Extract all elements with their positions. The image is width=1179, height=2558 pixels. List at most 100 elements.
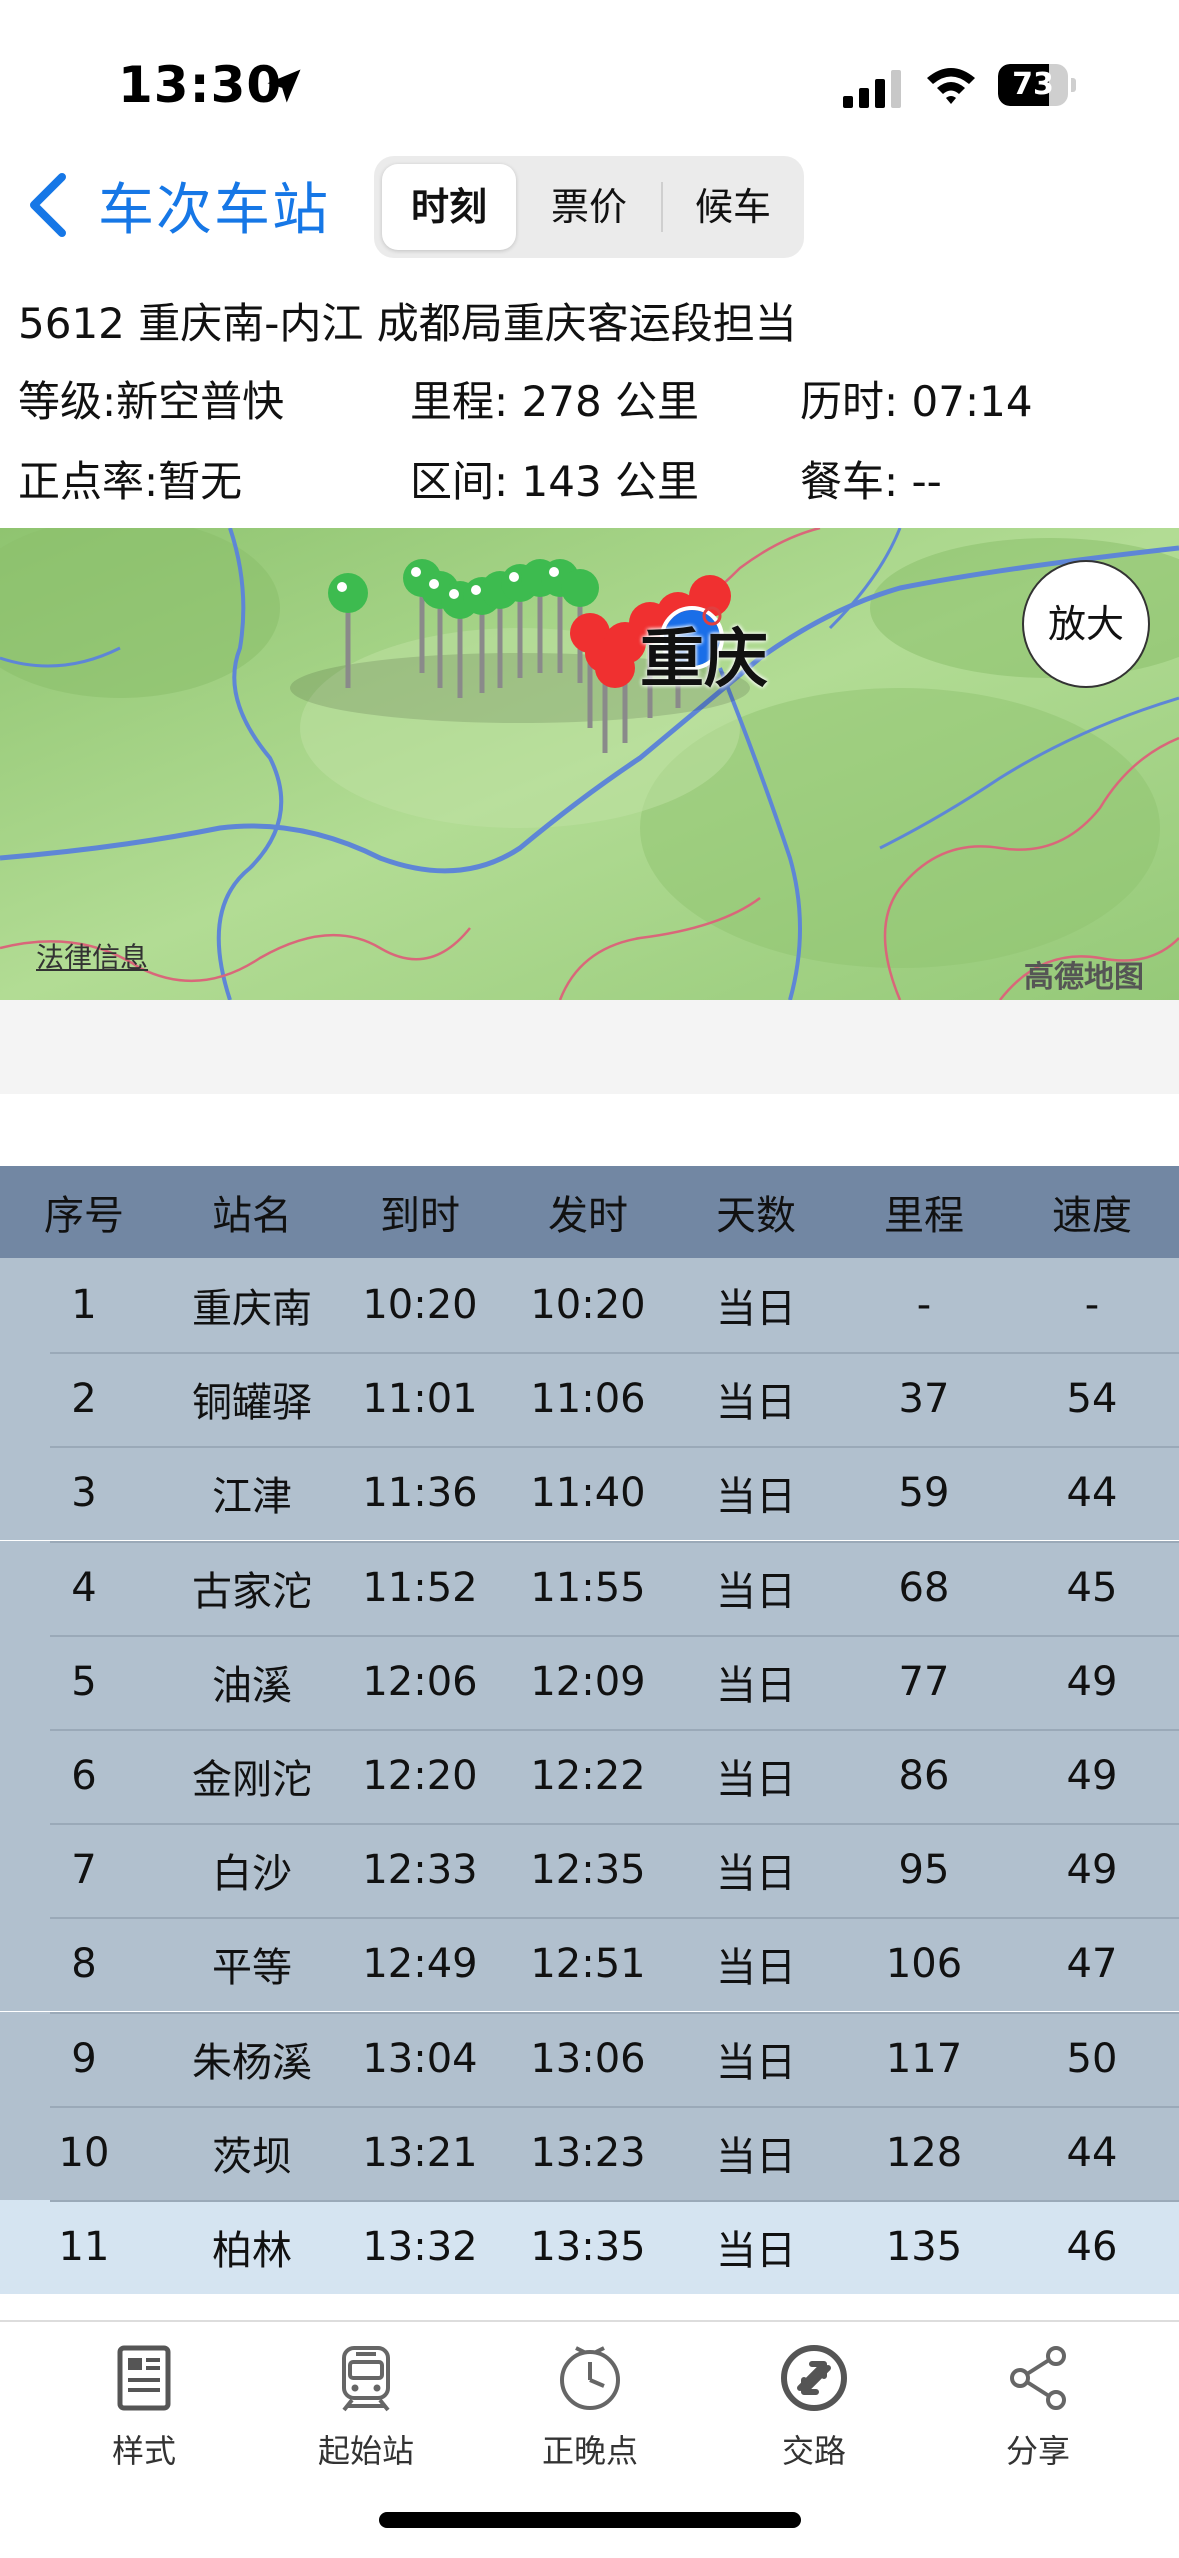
cell-index: 4 [71,1564,97,1611]
row-divider [50,1917,1179,1920]
cell-depart: 11:55 [530,1564,646,1611]
map-zoom-button[interactable]: 放大 [1022,560,1150,688]
tab-origin-station[interactable]: 起始站 [286,2342,446,2492]
cell-mileage: 37 [898,1376,950,1423]
cell-station: 油溪 [212,1662,292,1709]
train-grade: 等级:新空普快 [18,377,285,426]
location-arrow-icon [267,69,301,103]
col-header-index: 序号 [44,1193,124,1239]
cell-arrive: 11:36 [362,1470,478,1517]
home-indicator [379,2512,801,2528]
tab-share[interactable]: 分享 [958,2342,1118,2492]
cell-station: 铜罐驿 [192,1380,312,1427]
row-divider [50,1540,1179,1543]
cell-mileage: - [916,1282,932,1328]
tab-schedule[interactable]: 时刻 [382,164,516,250]
cell-mileage: 86 [898,1753,950,1799]
row-divider [50,2011,1179,2014]
cell-depart: 10:20 [530,1282,646,1328]
battery-percent: 73 [1012,67,1054,102]
cell-depart: 12:35 [530,1847,646,1894]
cell-depart: 12:22 [530,1753,646,1799]
cell-station: 江津 [212,1474,292,1521]
cell-speed: 44 [1066,2129,1118,2176]
cell-speed: 49 [1066,1753,1118,1799]
cell-speed: 46 [1066,2224,1118,2270]
cell-index: 10 [58,2129,110,2176]
col-header-station: 站名 [212,1193,292,1239]
table-row[interactable]: 4 古家沱 11:52 11:55 当日 68 45 [0,1540,1179,1635]
cell-depart: 13:06 [530,2035,646,2082]
cell-index: 5 [71,1658,97,1705]
table-row[interactable]: 5 油溪 12:06 12:09 当日 77 49 [0,1634,1179,1729]
cell-index: 2 [71,1376,97,1423]
legal-info-link[interactable]: 法律信息 [36,936,148,976]
cell-station: 柏林 [212,2228,292,2274]
cell-depart: 11:06 [530,1376,646,1423]
table-row[interactable]: 10 茨坝 13:21 13:23 当日 128 44 [0,2105,1179,2200]
route-map[interactable]: 重庆 [0,528,1179,1000]
chevron-left-icon [30,173,66,237]
cell-speed: 44 [1066,1470,1118,1517]
table-row[interactable]: 3 江津 11:36 11:40 当日 59 44 [0,1446,1179,1541]
timetable-header: 序号 站名 到时 发时 天数 里程 速度 [0,1166,1179,1258]
table-row[interactable]: 6 金刚沱 12:20 12:22 当日 86 49 [0,1729,1179,1823]
table-row[interactable]: 7 白沙 12:33 12:35 当日 95 49 [0,1823,1179,1918]
table-row[interactable]: 2 铜罐驿 11:01 11:06 当日 37 54 [0,1352,1179,1447]
tab-style[interactable]: 样式 [64,2342,224,2492]
cell-day: 当日 [716,2133,796,2180]
cell-station: 古家沱 [192,1568,312,1615]
cell-day: 当日 [716,1286,796,1332]
cell-station: 金刚沱 [192,1757,312,1803]
cell-mileage: 135 [885,2224,963,2270]
table-row[interactable]: 1 重庆南 10:20 10:20 当日 - - [0,1258,1179,1352]
cell-mileage: 68 [898,1564,950,1611]
cell-day: 当日 [716,1945,796,1992]
cell-speed: 49 [1066,1847,1118,1894]
cell-arrive: 13:32 [362,2224,478,2270]
cell-arrive: 12:20 [362,1753,478,1799]
cell-day: 当日 [716,1380,796,1427]
row-divider [50,1729,1179,1731]
cell-day: 当日 [716,1851,796,1898]
cell-arrive: 11:52 [362,1564,478,1611]
cell-mileage: 106 [885,1941,963,1988]
table-row[interactable]: 9 朱杨溪 13:04 13:06 当日 117 50 [0,2011,1179,2106]
cell-speed: 50 [1066,2035,1118,2082]
row-divider [50,1634,1179,1637]
row-divider [50,2200,1179,2202]
clock-icon [560,2346,620,2410]
tab-origin-label: 起始站 [317,2432,414,2470]
cell-depart: 12:51 [530,1941,646,1988]
cell-station: 茨坝 [212,2133,292,2180]
back-button[interactable]: 车次车站 [24,160,330,250]
cell-index: 9 [71,2035,97,2082]
cell-mileage: 95 [898,1847,950,1894]
cell-arrive: 12:06 [362,1658,478,1705]
cell-station: 朱杨溪 [192,2039,312,2086]
cell-station: 重庆南 [192,1286,312,1332]
tab-punctuality[interactable]: 正晚点 [510,2342,670,2492]
cell-depart: 13:35 [530,2224,646,2270]
col-header-mileage: 里程 [884,1193,964,1239]
status-time: 13:30 [118,56,283,114]
spacer [0,1000,1179,1094]
cell-index: 7 [71,1847,97,1894]
tab-fare[interactable]: 票价 [522,164,656,250]
tab-waiting[interactable]: 候车 [666,164,800,250]
row-divider [50,1446,1179,1449]
cell-day: 当日 [716,1757,796,1803]
tab-routing[interactable]: 交路 [734,2342,894,2492]
table-row[interactable]: 11 柏林 13:32 13:35 当日 135 46 [0,2200,1179,2294]
col-header-arrive: 到时 [380,1193,460,1239]
cell-arrive: 13:21 [362,2129,478,2176]
col-header-speed: 速度 [1052,1193,1132,1239]
table-row[interactable]: 8 平等 12:49 12:51 当日 106 47 [0,1917,1179,2012]
battery-indicator: 73 [998,64,1076,106]
cell-station: 白沙 [212,1851,292,1898]
cell-speed: 47 [1066,1941,1118,1988]
share-icon [1010,2346,1066,2410]
cell-arrive: 10:20 [362,1282,478,1328]
col-header-day: 天数 [716,1193,796,1239]
back-label: 车次车站 [98,177,330,243]
